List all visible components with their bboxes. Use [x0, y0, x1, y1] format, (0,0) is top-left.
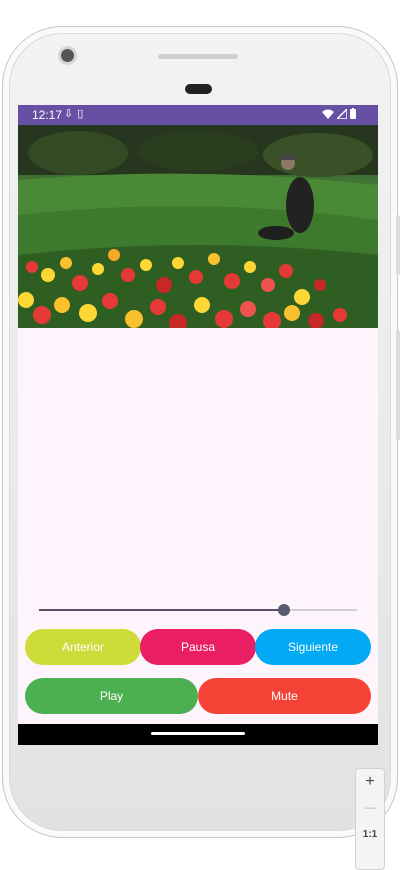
navigation-bar	[18, 724, 378, 745]
home-gesture-handle[interactable]	[151, 732, 245, 735]
proximity-sensor	[185, 84, 212, 94]
earpiece-speaker	[158, 54, 238, 59]
battery-icon	[350, 108, 356, 119]
zoom-out-button[interactable]: —	[356, 795, 384, 821]
play-button[interactable]: Play	[25, 678, 198, 714]
video-frame-image	[18, 125, 378, 328]
zoom-in-button[interactable]: +	[356, 769, 384, 795]
video-view[interactable]	[18, 125, 378, 328]
status-bar: 12:17 ⇩▯	[18, 105, 378, 125]
volume-button	[396, 330, 400, 440]
siguiente-button[interactable]: Siguiente	[255, 629, 371, 665]
anterior-button[interactable]: Anterior	[25, 629, 141, 665]
seek-bar[interactable]	[39, 604, 357, 616]
seek-progress	[39, 609, 284, 611]
power-button	[396, 215, 400, 275]
pausa-button[interactable]: Pausa	[140, 629, 256, 665]
sim-icon: ▯	[77, 108, 88, 120]
app-screen: 12:17 ⇩▯ Anterior Pausa Siguiente Play M…	[18, 105, 378, 745]
mute-button[interactable]: Mute	[198, 678, 371, 714]
status-time: 12:17	[32, 108, 63, 122]
wifi-icon	[322, 109, 334, 119]
emulator-zoom-panel: + — 1:1	[355, 768, 385, 870]
zoom-ratio-button[interactable]: 1:1	[356, 821, 384, 847]
seek-thumb[interactable]	[277, 604, 290, 616]
front-camera	[61, 49, 74, 62]
signal-icon	[337, 108, 347, 119]
download-icon: ⇩	[64, 108, 78, 120]
